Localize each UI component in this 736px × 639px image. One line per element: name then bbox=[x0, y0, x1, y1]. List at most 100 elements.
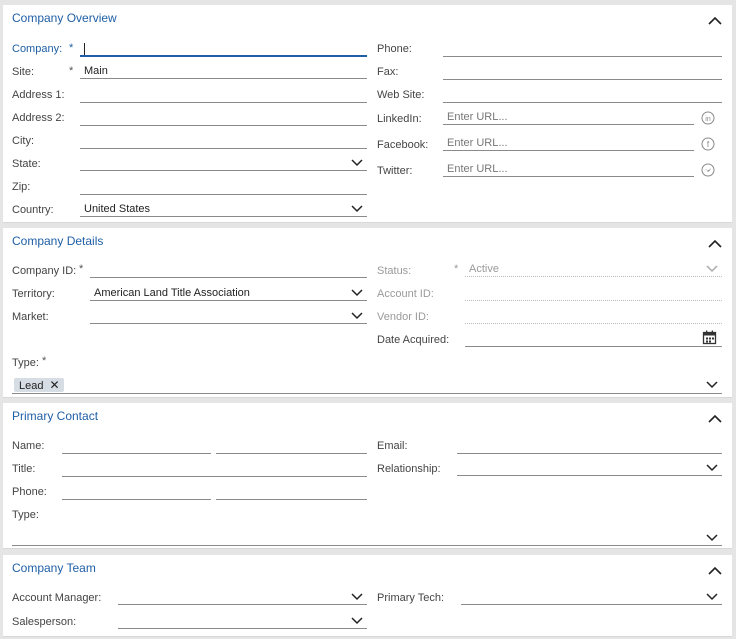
linkedin-url-field[interactable]: Enter URL... bbox=[443, 109, 694, 125]
fax-field[interactable] bbox=[443, 64, 722, 80]
contact-type-select[interactable] bbox=[12, 528, 722, 546]
chevron-down-icon bbox=[351, 593, 363, 601]
twitter-url-field[interactable]: Enter URL... bbox=[443, 161, 694, 177]
country-select[interactable]: United States bbox=[80, 201, 367, 217]
text-cursor bbox=[84, 43, 85, 55]
svg-text:f: f bbox=[707, 140, 710, 149]
relationship-label: Relationship: bbox=[377, 463, 441, 475]
required-mark: * bbox=[42, 355, 47, 367]
account-manager-select[interactable] bbox=[118, 589, 367, 605]
title-label: Title: bbox=[12, 463, 36, 475]
phone-label: Phone: bbox=[12, 486, 47, 498]
chevron-down-icon bbox=[351, 205, 363, 213]
account-id-label: Account ID: bbox=[377, 288, 434, 300]
chevron-down-icon bbox=[351, 312, 363, 320]
company-team-panel: Company Team Account Manager: Salesperso… bbox=[3, 555, 732, 637]
state-select[interactable] bbox=[80, 155, 367, 171]
website-label: Web Site: bbox=[377, 89, 425, 101]
calendar-icon[interactable] bbox=[702, 330, 717, 345]
linkedin-icon[interactable]: in bbox=[701, 111, 715, 125]
date-acquired-field[interactable] bbox=[465, 331, 722, 347]
chevron-down-icon bbox=[706, 593, 718, 601]
chevron-down-icon bbox=[706, 464, 718, 472]
company-id-label: Company ID: bbox=[12, 265, 77, 277]
state-label: State: bbox=[12, 158, 41, 170]
vendor-id-label: Vendor ID: bbox=[377, 311, 429, 323]
required-mark: * bbox=[69, 42, 74, 54]
status-value: Active bbox=[469, 263, 499, 275]
company-label: Company: bbox=[12, 43, 63, 55]
country-label: Country: bbox=[12, 204, 54, 216]
company-overview-panel: Company Overview Company: * Site: * Main… bbox=[3, 5, 732, 223]
city-field[interactable] bbox=[80, 133, 367, 149]
collapse-button[interactable] bbox=[706, 14, 724, 28]
phone-ext-field[interactable] bbox=[216, 484, 367, 500]
linkedin-label: LinkedIn: bbox=[377, 113, 422, 125]
territory-value: American Land Title Association bbox=[94, 287, 250, 299]
market-label: Market: bbox=[12, 311, 49, 323]
chevron-down-icon bbox=[351, 289, 363, 297]
type-label: Type: bbox=[12, 357, 39, 369]
chip-label: Lead bbox=[19, 380, 44, 392]
chevron-up-icon bbox=[708, 239, 722, 248]
fax-label: Fax: bbox=[377, 66, 399, 78]
website-field[interactable] bbox=[443, 87, 722, 103]
company-id-field[interactable] bbox=[90, 262, 367, 278]
required-mark: * bbox=[79, 263, 84, 275]
collapse-button[interactable] bbox=[706, 237, 724, 251]
type-chip-lead: Lead ✕ bbox=[14, 378, 64, 392]
facebook-label: Facebook: bbox=[377, 139, 429, 151]
last-name-field[interactable] bbox=[216, 438, 367, 454]
chevron-down-icon bbox=[351, 159, 363, 167]
section-title: Company Team bbox=[12, 561, 96, 575]
twitter-icon[interactable] bbox=[701, 163, 715, 177]
twitter-label: Twitter: bbox=[377, 165, 413, 177]
territory-label: Territory: bbox=[12, 288, 55, 300]
address2-label: Address 2: bbox=[12, 112, 65, 124]
primary-tech-select[interactable] bbox=[461, 589, 722, 605]
close-icon[interactable]: ✕ bbox=[49, 378, 59, 392]
zip-field[interactable] bbox=[80, 179, 367, 195]
chevron-down-icon bbox=[351, 617, 363, 625]
address2-field[interactable] bbox=[80, 110, 367, 126]
relationship-select[interactable] bbox=[457, 460, 722, 476]
city-label: City: bbox=[12, 135, 34, 147]
phone-field[interactable] bbox=[62, 484, 211, 500]
salesperson-select[interactable] bbox=[118, 613, 367, 629]
section-title: Company Details bbox=[12, 234, 104, 248]
collapse-button[interactable] bbox=[706, 564, 724, 578]
chevron-down-icon bbox=[706, 534, 718, 542]
account-id-field bbox=[465, 285, 722, 301]
company-field[interactable] bbox=[80, 41, 367, 57]
first-name-field[interactable] bbox=[62, 438, 211, 454]
address1-field[interactable] bbox=[80, 87, 367, 103]
svg-text:in: in bbox=[705, 116, 711, 123]
primary-contact-panel: Primary Contact Name: Title: Phone: Type… bbox=[3, 403, 732, 549]
phone-field[interactable] bbox=[443, 41, 722, 57]
facebook-url-field[interactable]: Enter URL... bbox=[443, 135, 694, 151]
collapse-button[interactable] bbox=[706, 412, 724, 426]
site-field[interactable]: Main bbox=[80, 63, 367, 79]
email-field[interactable] bbox=[457, 438, 722, 454]
chevron-up-icon bbox=[708, 566, 722, 575]
vendor-id-field bbox=[465, 308, 722, 324]
site-label: Site: bbox=[12, 66, 35, 78]
company-details-panel: Company Details Company ID: * Territory:… bbox=[3, 228, 732, 398]
status-label: Status: bbox=[377, 265, 412, 277]
chevron-down-icon bbox=[706, 381, 718, 389]
section-title: Primary Contact bbox=[12, 409, 99, 423]
date-acquired-label: Date Acquired: bbox=[377, 334, 450, 346]
salesperson-label: Salesperson: bbox=[12, 616, 77, 628]
account-manager-label: Account Manager: bbox=[12, 592, 102, 604]
title-field[interactable] bbox=[62, 461, 367, 477]
market-select[interactable] bbox=[90, 308, 367, 324]
facebook-icon[interactable]: f bbox=[701, 137, 715, 151]
type-label: Type: bbox=[12, 509, 39, 521]
territory-select[interactable]: American Land Title Association bbox=[90, 285, 367, 301]
type-multiselect[interactable] bbox=[12, 375, 722, 394]
address1-label: Address 1: bbox=[12, 89, 65, 101]
email-label: Email: bbox=[377, 440, 408, 452]
primary-tech-label: Primary Tech: bbox=[377, 592, 445, 604]
chevron-down-icon bbox=[706, 265, 718, 273]
phone-label: Phone: bbox=[377, 43, 412, 55]
